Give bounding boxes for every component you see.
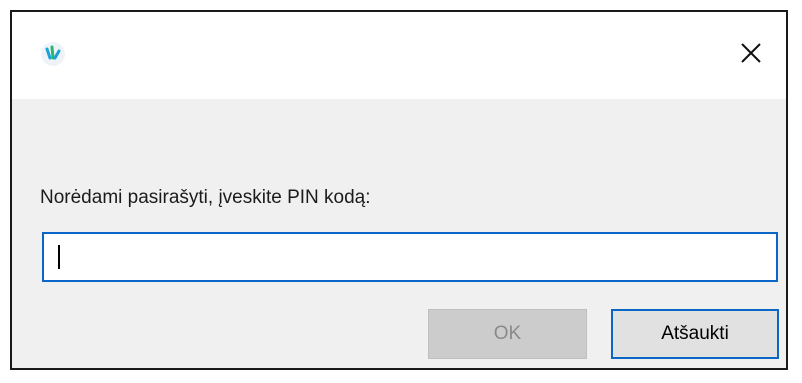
app-logo-icon bbox=[39, 40, 67, 68]
pin-input[interactable] bbox=[42, 232, 778, 282]
pin-dialog: Norėdami pasirašyti, įveskite PIN kodą: … bbox=[10, 10, 788, 370]
close-button[interactable] bbox=[716, 12, 786, 99]
pin-prompt-label: Norėdami pasirašyti, įveskite PIN kodą: bbox=[40, 187, 371, 208]
cancel-button[interactable]: Atšaukti bbox=[611, 309, 779, 359]
close-icon[interactable] bbox=[740, 42, 762, 69]
text-caret bbox=[58, 245, 60, 269]
ok-button[interactable]: OK bbox=[428, 309, 587, 359]
title-bar bbox=[12, 12, 786, 99]
